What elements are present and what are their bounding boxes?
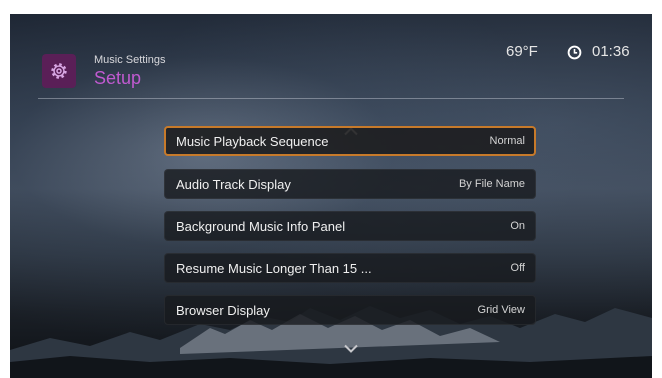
chevron-down-icon[interactable] xyxy=(343,344,359,354)
music-settings-icon xyxy=(42,54,76,88)
menu-item-audio-track-display[interactable]: Audio Track Display By File Name xyxy=(164,169,536,199)
temperature-readout: 69°F xyxy=(506,43,538,60)
menu-item-value: On xyxy=(510,220,525,232)
menu-item-browser-display[interactable]: Browser Display Grid View xyxy=(164,295,536,325)
menu-item-label: Background Music Info Panel xyxy=(176,218,346,234)
menu-item-value: By File Name xyxy=(458,178,525,190)
menu-item-label: Music Playback Sequence xyxy=(176,133,329,149)
menu-item-value: Normal xyxy=(489,135,525,147)
menu-item-label: Resume Music Longer Than 15 ... xyxy=(176,260,372,276)
screen: Music Settings Setup 69°F 01:36 Music Pl… xyxy=(10,14,652,378)
menu-item-label: Audio Track Display xyxy=(176,176,291,192)
clock-icon xyxy=(567,45,582,60)
menu-item-label: Browser Display xyxy=(176,302,270,318)
menu-item-music-playback-sequence[interactable]: Music Playback Sequence Normal xyxy=(164,126,536,156)
menu-item-value: Grid View xyxy=(477,304,525,316)
header-divider xyxy=(38,98,624,99)
menu-item-value: Off xyxy=(510,262,525,274)
clock-time: 01:36 xyxy=(592,43,630,60)
page-title: Setup xyxy=(94,68,142,88)
menu-item-resume-music[interactable]: Resume Music Longer Than 15 ... Off xyxy=(164,253,536,283)
menu-item-background-music-info-panel[interactable]: Background Music Info Panel On xyxy=(164,211,536,241)
gear-icon xyxy=(51,63,67,79)
page-subtitle: Music Settings xyxy=(94,54,166,66)
